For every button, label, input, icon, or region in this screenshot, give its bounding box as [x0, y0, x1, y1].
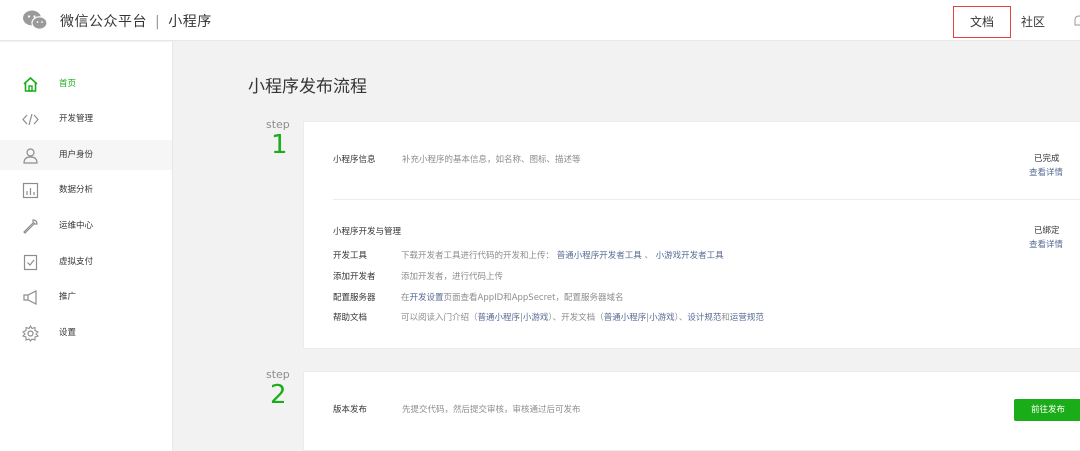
- step-1-card: 小程序信息 补充小程序的基本信息，如名称、图标、描述等 已完成 查看详情 小程序…: [303, 121, 1080, 349]
- brand-main: 微信公众平台: [60, 14, 147, 30]
- page-title: 小程序发布流程: [248, 77, 367, 97]
- config-server-desc: 在开发设置页面查看AppID和AppSecret，配置服务器域名: [401, 291, 623, 303]
- dev-tools-label: 开发工具: [333, 251, 368, 261]
- go-release-button[interactable]: 前往发布: [1014, 399, 1080, 421]
- mini-program-info-desc: 补充小程序的基本信息，如名称、图标、描述等: [402, 155, 581, 165]
- sidebar-item-user-identity[interactable]: 用户身份: [0, 140, 172, 170]
- docs-mini-program-link[interactable]: 普通小程序: [604, 313, 647, 323]
- card-divider: [333, 199, 1080, 200]
- dev-tools-desc: 下载开发者工具进行代码的开发和上传： 普通小程序开发者工具 、 小游戏开发者工具: [401, 249, 724, 261]
- step-2-card: 版本发布 先提交代码，然后提交审核，审核通过后可发布 前往发布: [303, 371, 1080, 451]
- wrench-icon: [23, 219, 38, 234]
- wechat-logo-icon[interactable]: [22, 9, 48, 31]
- intro-mini-program-link[interactable]: 普通小程序: [478, 313, 521, 323]
- mini-program-info-label: 小程序信息: [333, 155, 376, 165]
- intro-mini-game-link[interactable]: 小游戏: [523, 313, 549, 323]
- dev-tools-text: 下载开发者工具进行代码的开发和上传：: [401, 251, 555, 261]
- help-mid: ）、开发文档（: [548, 313, 604, 323]
- sidebar: 首页 开发管理 用户身份 数据分析 运维中心 虚拟支付 推广 设置: [0, 42, 173, 451]
- help-docs-label: 帮助文档: [333, 313, 368, 323]
- info-details-link[interactable]: 查看详情: [1029, 166, 1063, 178]
- sidebar-item-settings[interactable]: 设置: [0, 318, 172, 348]
- config-server-pre: 在: [401, 293, 410, 303]
- gear-icon: [22, 325, 39, 342]
- help-docs-desc: 可以阅读入门介绍（普通小程序|小游戏）、开发文档（普通小程序|小游戏）、设计规范…: [401, 311, 764, 323]
- dev-tools-link-mini-program[interactable]: 普通小程序开发者工具: [557, 251, 642, 261]
- sidebar-item-data-analysis[interactable]: 数据分析: [0, 175, 172, 205]
- sidebar-item-label: 设置: [59, 328, 77, 338]
- user-icon: [23, 148, 38, 164]
- brand-separator: |: [155, 14, 161, 30]
- info-status: 已完成: [1034, 154, 1060, 164]
- nav-community-link[interactable]: 社区: [1021, 7, 1045, 37]
- sidebar-item-dev-manage[interactable]: 开发管理: [0, 104, 172, 134]
- main-content: 小程序发布流程 step 1 小程序信息 补充小程序的基本信息，如名称、图标、描…: [174, 42, 1080, 451]
- home-icon: [23, 76, 38, 92]
- code-icon: [22, 113, 39, 126]
- config-server-post: 页面查看AppID和AppSecret，配置服务器域名: [443, 293, 624, 303]
- brand-sub: 小程序: [168, 14, 212, 30]
- help-and: 和: [721, 313, 730, 323]
- sidebar-item-ops-center[interactable]: 运维中心: [0, 211, 172, 241]
- brand-title[interactable]: 微信公众平台 | 小程序: [60, 11, 212, 31]
- sidebar-item-label: 虚拟支付: [59, 257, 94, 267]
- dev-tools-sep: 、: [644, 251, 653, 261]
- payment-icon: [23, 254, 38, 271]
- add-developer-label: 添加开发者: [333, 272, 376, 282]
- sidebar-item-label: 数据分析: [59, 185, 94, 195]
- sidebar-item-label: 开发管理: [59, 114, 94, 124]
- sidebar-item-label: 用户身份: [59, 150, 94, 160]
- chart-icon: [22, 182, 39, 199]
- dev-details-link[interactable]: 查看详情: [1029, 238, 1063, 250]
- megaphone-icon: [23, 290, 37, 305]
- release-label: 版本发布: [333, 405, 368, 415]
- design-spec-link[interactable]: 设计规范: [687, 313, 721, 323]
- sidebar-item-home[interactable]: 首页: [0, 69, 172, 99]
- bell-icon[interactable]: [1073, 14, 1080, 28]
- sidebar-item-virtual-payment[interactable]: 虚拟支付: [0, 247, 172, 277]
- nav-docs-link[interactable]: 文档: [953, 6, 1011, 38]
- dev-status: 已绑定: [1034, 226, 1060, 236]
- sidebar-item-label: 推广: [59, 292, 77, 302]
- step-2-number: 2: [270, 380, 287, 410]
- top-bar: 微信公众平台 | 小程序 文档 社区: [0, 0, 1080, 41]
- step-1-number: 1: [271, 130, 288, 160]
- ops-spec-link[interactable]: 运营规范: [730, 313, 764, 323]
- sidebar-item-promotion[interactable]: 推广: [0, 282, 172, 312]
- release-desc: 先提交代码，然后提交审核，审核通过后可发布: [402, 405, 581, 415]
- help-mid-2: ）、: [674, 313, 688, 323]
- sidebar-item-label: 首页: [59, 79, 77, 89]
- config-server-label: 配置服务器: [333, 293, 376, 303]
- help-pre: 可以阅读入门介绍（: [401, 313, 478, 323]
- dev-manage-title: 小程序开发与管理: [333, 227, 402, 237]
- add-developer-desc: 添加开发者，进行代码上传: [401, 272, 504, 282]
- sidebar-item-label: 运维中心: [59, 221, 94, 231]
- dev-settings-link[interactable]: 开发设置: [410, 293, 444, 303]
- dev-tools-link-mini-game[interactable]: 小游戏开发者工具: [656, 251, 724, 261]
- docs-mini-game-link[interactable]: 小游戏: [649, 313, 675, 323]
